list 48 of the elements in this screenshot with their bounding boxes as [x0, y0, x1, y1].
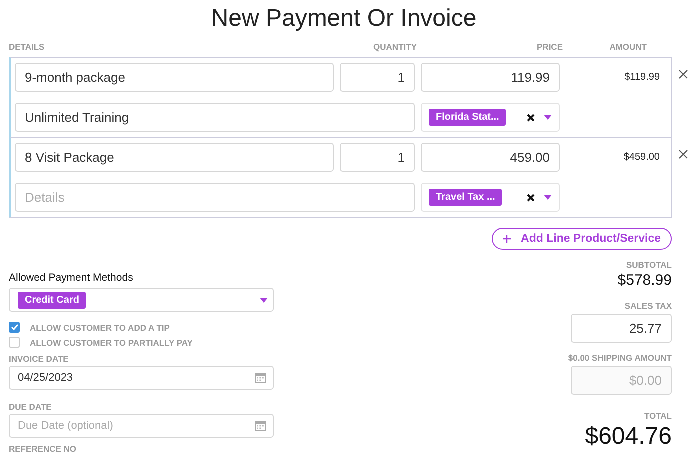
close-icon[interactable]: [679, 150, 688, 159]
summary-label: SALES TAX: [624, 301, 672, 311]
quantity-field[interactable]: 1: [340, 63, 415, 92]
checkbox[interactable]: [9, 337, 20, 348]
payment-method-select[interactable]: Credit Card: [9, 288, 274, 312]
payment-tag: Credit Card: [18, 292, 86, 308]
caret-icon[interactable]: [544, 195, 552, 200]
tax-tag: Travel Tax ...: [429, 189, 502, 206]
price-field[interactable]: 119.99: [421, 63, 560, 92]
details-field[interactable]: Details: [15, 183, 415, 212]
plus-icon: [503, 235, 512, 243]
column-header: DETAILS: [9, 42, 46, 52]
column-header: PRICE: [536, 42, 563, 52]
price-field[interactable]: 459.00: [421, 143, 560, 172]
product-name-field[interactable]: 9-month package: [15, 63, 334, 92]
summary-label: TOTAL: [644, 411, 672, 421]
add-line-button[interactable]: Add Line Product/Service: [492, 228, 672, 250]
caret-icon[interactable]: [260, 298, 268, 302]
close-icon[interactable]: [679, 70, 688, 79]
checkbox-label: ALLOW CUSTOMER TO PARTIALLY PAY: [30, 338, 193, 348]
invoice-date-field[interactable]: 04/25/2023: [9, 366, 274, 390]
sales-tax-field[interactable]: 25.77: [571, 314, 672, 343]
total-value: $604.76: [585, 423, 672, 451]
checkbox-label: ALLOW CUSTOMER TO ADD A TIP: [30, 322, 170, 332]
summary-label: $0.00 SHIPPING AMOUNT: [568, 353, 672, 363]
amount-text: $459.00: [622, 152, 661, 163]
amount-text: $119.99: [624, 72, 661, 83]
column-header: QUANTITY: [372, 42, 417, 52]
tax-select[interactable]: Florida Stat...: [421, 103, 560, 132]
tax-select[interactable]: Travel Tax ...: [421, 183, 560, 212]
due-date-field[interactable]: Due Date (optional): [9, 414, 274, 438]
field-label: REFERENCE NO: [9, 444, 78, 454]
subtotal-value: $578.99: [618, 272, 672, 289]
details-field[interactable]: Unlimited Training: [15, 103, 415, 132]
checkbox[interactable]: [9, 322, 20, 333]
shipping-amount-field[interactable]: $0.00: [571, 366, 672, 395]
product-name-field[interactable]: 8 Visit Package: [15, 143, 334, 172]
caret-icon[interactable]: [544, 115, 552, 120]
summary-label: SUBTOTAL: [626, 260, 672, 270]
clear-icon[interactable]: [527, 114, 535, 122]
page-title: New Payment Or Invoice: [210, 4, 478, 34]
field-label: INVOICE DATE: [9, 354, 70, 364]
clear-icon[interactable]: [527, 194, 535, 202]
tax-tag: Florida Stat...: [429, 109, 506, 126]
quantity-field[interactable]: 1: [340, 143, 415, 172]
field-label: Allowed Payment Methods: [9, 272, 134, 284]
column-header: AMOUNT: [608, 42, 647, 52]
field-label: DUE DATE: [9, 402, 53, 412]
